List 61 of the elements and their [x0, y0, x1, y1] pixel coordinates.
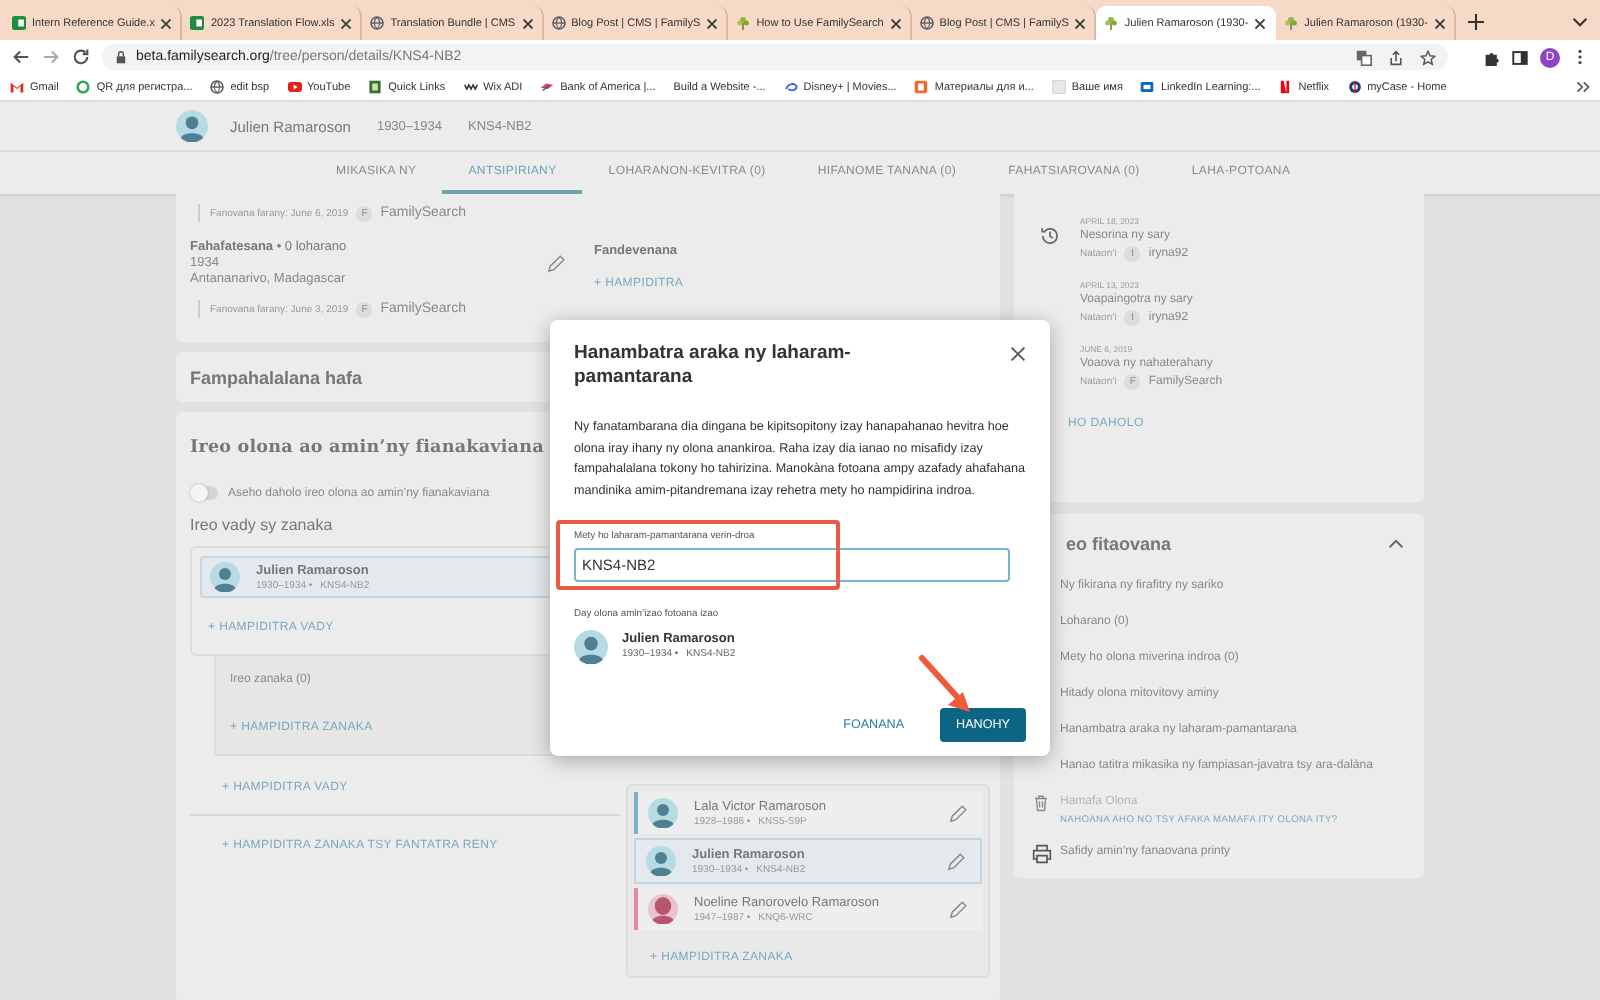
- spreadsheet-icon: [12, 16, 26, 30]
- menu-icon[interactable]: [1572, 48, 1588, 66]
- person-silhouette-icon: [648, 894, 678, 924]
- section-title: Ireo olona ao amin’ny fianakaviana: [190, 438, 544, 458]
- lock-icon[interactable]: [114, 50, 128, 64]
- person-silhouette-icon: [648, 798, 678, 828]
- book-icon: [368, 80, 383, 94]
- reload-icon[interactable]: [72, 48, 90, 66]
- tree-icon: [1284, 16, 1299, 30]
- close-icon[interactable]: [1254, 17, 1267, 29]
- close-icon[interactable]: [1010, 346, 1026, 362]
- subsection-heading: Ireo vady sy zanaka: [190, 516, 333, 534]
- printer-icon: [1032, 844, 1052, 864]
- section-title: eo fitaovana: [1066, 534, 1172, 554]
- close-icon[interactable]: [706, 17, 719, 29]
- history-icon: [1040, 226, 1060, 246]
- pencil-icon[interactable]: [948, 803, 968, 823]
- play-icon: [287, 80, 302, 94]
- translate-icon[interactable]: [1356, 49, 1372, 65]
- letter-n-logo-icon: [1278, 80, 1293, 94]
- globe-icon: [919, 16, 934, 30]
- globe-icon: [370, 16, 385, 30]
- annotation-arrow: [916, 652, 976, 718]
- star-icon[interactable]: [1420, 49, 1436, 65]
- trash-icon: [1032, 794, 1050, 812]
- pencil-icon[interactable]: [546, 253, 566, 273]
- person-silhouette-icon: [176, 110, 208, 142]
- close-icon[interactable]: [340, 17, 353, 29]
- back-icon[interactable]: [12, 48, 30, 66]
- puzzle-icon[interactable]: [1484, 49, 1500, 65]
- close-icon[interactable]: [521, 17, 534, 29]
- chevron-down-icon[interactable]: [1572, 14, 1588, 30]
- globe-icon: [210, 80, 225, 94]
- close-icon[interactable]: [1433, 17, 1446, 29]
- round-logo-icon: [1347, 80, 1362, 94]
- pencil-icon[interactable]: [948, 899, 968, 919]
- tree-icon: [736, 16, 751, 30]
- overflow-chevron-icon[interactable]: [1576, 80, 1590, 94]
- share-icon[interactable]: [1388, 49, 1404, 65]
- card-icon: [1140, 80, 1155, 94]
- spreadsheet-icon: [190, 16, 205, 30]
- flag-icon: [540, 80, 555, 94]
- swirl-icon: [783, 80, 798, 94]
- chevron-up-icon[interactable]: [1388, 536, 1404, 552]
- zigzag-icon: [463, 80, 478, 94]
- close-icon[interactable]: [889, 17, 902, 29]
- person-silhouette-icon: [646, 846, 676, 876]
- document-icon: [914, 80, 929, 94]
- globe-icon: [551, 16, 566, 30]
- tree-icon: [1104, 16, 1119, 30]
- plus-icon[interactable]: [1467, 14, 1484, 30]
- close-icon[interactable]: [160, 17, 173, 29]
- blank-page-icon: [1051, 80, 1066, 94]
- close-icon[interactable]: [1074, 17, 1087, 29]
- ring-icon: [76, 80, 91, 94]
- person-silhouette-icon: [574, 629, 608, 664]
- mail-icon: [10, 80, 24, 94]
- toggle-switch[interactable]: [190, 486, 218, 500]
- sidebar-icon[interactable]: [1512, 49, 1528, 65]
- pencil-icon[interactable]: [946, 851, 966, 871]
- person-silhouette-icon: [210, 562, 240, 592]
